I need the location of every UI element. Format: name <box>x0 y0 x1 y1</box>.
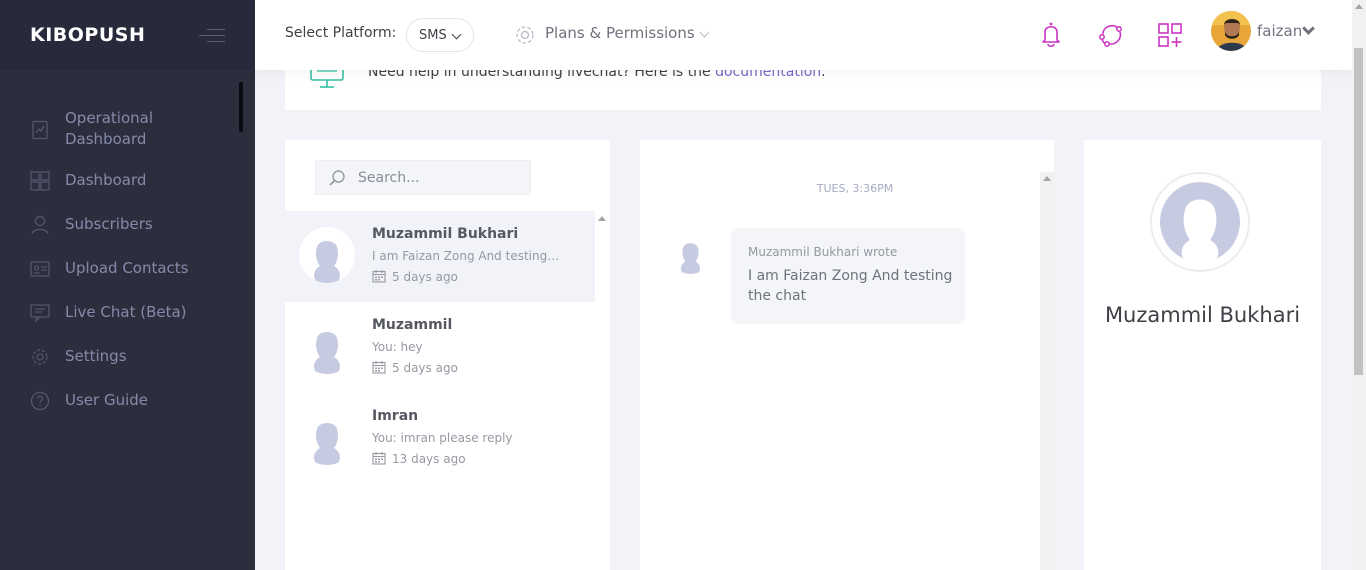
profile-name: Muzammil Bukhari <box>1104 303 1301 327</box>
default-avatar-icon <box>299 318 355 374</box>
chevron-down-icon <box>699 27 710 38</box>
chat-panel <box>640 140 1054 570</box>
sidebar-item-label: Settings <box>65 347 127 365</box>
operational-dashboard-icon <box>32 120 48 140</box>
plans-permissions-menu[interactable]: Plans & Permissions <box>545 24 695 42</box>
search-box[interactable] <box>315 160 531 195</box>
contact-card-icon <box>30 261 50 277</box>
conversation-name: Muzammil Bukhari <box>372 226 519 242</box>
conversation-item[interactable]: Muzammil Bukhari I am Faizan Zong And te… <box>285 211 595 302</box>
conversation-time: 5 days ago <box>392 270 458 284</box>
share-network-icon[interactable] <box>1096 20 1126 50</box>
conversation-time: 13 days ago <box>392 452 466 466</box>
chat-monitor-icon <box>30 304 50 323</box>
avatar <box>299 409 355 465</box>
calendar-icon <box>372 452 386 465</box>
scroll-up-arrow-icon[interactable] <box>598 216 606 221</box>
message-text: I am Faizan Zong And testing the chat <box>748 268 953 304</box>
sidebar-item-upload-contacts[interactable]: Upload Contacts <box>0 258 239 280</box>
sidebar-item-label: Upload Contacts <box>65 259 189 277</box>
conversation-preview: You: imran please reply <box>372 431 513 445</box>
notification-bell-icon[interactable] <box>1036 20 1066 50</box>
brand-logo: KIBOPUSH <box>30 24 146 46</box>
avatar <box>299 227 355 283</box>
conversation-item[interactable]: Muzammil You: hey 5 days ago <box>285 302 595 393</box>
sidebar-item-dashboard[interactable]: Dashboard <box>0 170 239 192</box>
chevron-down-icon[interactable] <box>1302 22 1315 35</box>
gear-icon <box>32 349 48 365</box>
avatar <box>670 233 711 274</box>
help-icon <box>30 391 50 411</box>
avatar <box>299 318 355 374</box>
platform-select-value: SMS <box>419 27 447 43</box>
gear-icon[interactable] <box>514 24 536 46</box>
chat-scrollbar[interactable] <box>1040 172 1054 570</box>
search-icon <box>329 170 345 186</box>
sidebar-item-label: User Guide <box>65 391 149 409</box>
sidebar-item-user-guide[interactable]: User Guide <box>0 390 239 412</box>
sidebar-item-label: Live Chat (Beta) <box>65 303 187 321</box>
page-scrollbar-thumb[interactable] <box>1354 48 1363 375</box>
calendar-icon <box>372 361 386 374</box>
message-bubble: Muzammil Bukhari wrote I am Faizan Zong … <box>731 228 965 324</box>
sidebar-scrollbar[interactable] <box>239 82 243 132</box>
chat-date-divider: TUES, 3:36PM <box>816 182 894 195</box>
conversation-preview: You: hey <box>372 340 423 354</box>
conversation-item[interactable]: Imran You: imran please reply 13 days ag… <box>285 393 595 484</box>
scroll-up-arrow-icon[interactable] <box>1355 4 1363 9</box>
user-icon <box>31 215 49 235</box>
default-avatar-icon <box>299 227 355 283</box>
scroll-up-arrow-icon[interactable] <box>1043 176 1051 181</box>
user-photo-icon <box>1211 11 1251 51</box>
conversation-name: Imran <box>372 408 419 424</box>
sidebar-item-operational-dashboard[interactable]: Operational Dashboard <box>0 108 239 152</box>
sidebar-item-label: Dashboard <box>65 130 147 148</box>
dashboard-grid-icon <box>30 171 50 191</box>
avatar[interactable] <box>1211 11 1251 51</box>
conversation-name: Muzammil <box>372 317 453 333</box>
chevron-down-icon <box>451 29 462 40</box>
sidebar-item-settings[interactable]: Settings <box>0 346 239 368</box>
apps-grid-icon[interactable] <box>1155 20 1185 50</box>
sidebar-item-label: Subscribers <box>65 215 153 233</box>
sidebar: KIBOPUSH Operational Dashboard Dashboard… <box>0 0 255 570</box>
sidebar-item-label: Dashboard <box>65 171 147 189</box>
sidebar-item-live-chat[interactable]: Live Chat (Beta) <box>0 302 239 324</box>
topbar: Select Platform: SMS Plans & Permissions… <box>255 0 1352 70</box>
username[interactable]: faizan <box>1257 22 1302 40</box>
message-author: Muzammil Bukhari wrote <box>748 245 898 259</box>
conversation-time: 5 days ago <box>392 361 458 375</box>
profile-avatar <box>1150 172 1250 272</box>
platform-select[interactable]: SMS <box>406 18 474 52</box>
default-avatar-icon <box>1160 182 1240 262</box>
default-avatar-icon <box>299 409 355 465</box>
conversation-preview: I am Faizan Zong And testing t... <box>372 249 562 263</box>
search-input[interactable] <box>356 161 526 194</box>
hamburger-menu-icon[interactable] <box>199 27 225 45</box>
platform-label: Select Platform: <box>285 25 397 41</box>
sidebar-item-subscribers[interactable]: Subscribers <box>0 214 239 236</box>
conversation-list-panel: Muzammil Bukhari I am Faizan Zong And te… <box>285 140 610 570</box>
default-avatar-icon <box>670 233 711 274</box>
sidebar-item-label: Operational <box>65 109 154 127</box>
conversation-list-scrollbar[interactable] <box>595 210 610 570</box>
brand-header: KIBOPUSH <box>0 0 255 70</box>
calendar-icon <box>372 270 386 283</box>
